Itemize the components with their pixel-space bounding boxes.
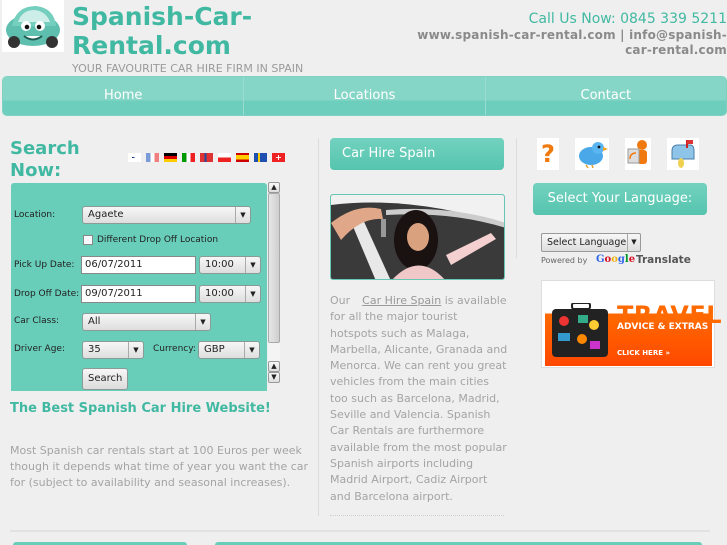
chevron-down-icon: ▼ — [245, 257, 260, 273]
car-hire-photo — [330, 194, 505, 280]
dropoff-time-value: 10:00 — [205, 288, 234, 299]
translate-label[interactable]: Translate — [636, 254, 691, 266]
form-scrollbar[interactable]: ▲ ▲ ▼ — [268, 182, 280, 391]
currency-label: Currency: — [153, 344, 196, 354]
woman-in-car-image — [331, 195, 504, 279]
mailbox-icon[interactable] — [667, 138, 699, 170]
text-body: is available for all the major tourist h… — [330, 294, 508, 503]
flag-sweden-icon[interactable] — [254, 153, 267, 162]
column-divider — [516, 138, 517, 258]
driver-age-select[interactable]: 35 ▼ — [82, 341, 144, 359]
chevron-down-icon: ▼ — [245, 286, 260, 302]
site-title[interactable]: Spanish-Car-Rental.com — [72, 2, 312, 60]
travel-click-here[interactable]: CLICK HERE » — [617, 349, 670, 357]
flag-finland-icon[interactable] — [128, 153, 141, 162]
scroll-up-icon[interactable]: ▲ — [268, 361, 280, 372]
pickup-time-select[interactable]: 10:00 ▼ — [199, 256, 261, 274]
nav-locations[interactable]: Locations — [244, 77, 486, 115]
search-button[interactable]: Search — [82, 368, 129, 390]
pickup-time-value: 10:00 — [205, 259, 234, 270]
chevron-down-icon: ▼ — [128, 342, 143, 358]
dropoff-date-input[interactable]: 09/07/2011 — [81, 285, 196, 303]
pickup-date-input[interactable]: 06/07/2011 — [81, 256, 196, 274]
travel-subtitle: ADVICE & EXTRAS — [617, 322, 709, 332]
divider — [330, 515, 504, 516]
language-flags: + — [128, 153, 285, 162]
contact-line: www.spanish-car-rental.com | info@spanis… — [417, 28, 727, 57]
car-hire-spain-button[interactable]: Car Hire Spain — [330, 138, 504, 170]
scroll-up-icon[interactable]: ▲ — [268, 182, 280, 193]
flag-poland-icon[interactable] — [218, 153, 231, 162]
best-website-heading: The Best Spanish Car Hire Website! — [10, 401, 271, 416]
location-value: Agaete — [88, 209, 124, 220]
section-divider — [10, 530, 710, 532]
search-title: Search Now: — [10, 138, 80, 181]
dropoff-time-select[interactable]: 10:00 ▼ — [199, 285, 261, 303]
flag-switzerland-icon[interactable]: + — [272, 153, 285, 162]
powered-by-label: Powered by — [541, 256, 588, 265]
car-class-value: All — [88, 316, 101, 327]
call-us-phone: Call Us Now: 0845 339 5211 — [528, 11, 727, 27]
search-form: Location: Agaete ▼ Different Drop Off Lo… — [11, 183, 267, 391]
language-select[interactable]: Select Language ▼ — [541, 233, 641, 252]
flag-norway-icon[interactable] — [200, 153, 213, 162]
best-website-text: Most Spanish car rentals start at 100 Eu… — [10, 444, 309, 489]
flag-italy-icon[interactable] — [182, 153, 195, 162]
tagline: YOUR FAVOURITE CAR HIRE FIRM IN SPAIN — [72, 62, 304, 75]
cartoon-car-icon — [6, 6, 60, 48]
different-dropoff-checkbox[interactable] — [83, 235, 93, 245]
scroll-down-icon[interactable]: ▼ — [268, 372, 280, 383]
car-class-select[interactable]: All ▼ — [82, 313, 211, 331]
twitter-bird-icon[interactable] — [575, 138, 609, 170]
car-class-label: Car Class: — [14, 316, 60, 326]
rss-reader-icon[interactable] — [625, 138, 651, 170]
scroll-track[interactable] — [268, 343, 280, 361]
flag-germany-icon[interactable] — [164, 153, 177, 162]
car-hire-description: Our Car Hire Spain is available for all t… — [330, 293, 508, 505]
nav-contact[interactable]: Contact — [486, 77, 726, 115]
driver-age-label: Driver Age: — [14, 344, 65, 354]
pickup-date-label: Pick Up Date: — [14, 260, 75, 270]
chevron-down-icon: ▼ — [244, 342, 259, 358]
site-logo[interactable] — [2, 0, 64, 52]
social-icons: ? — [537, 138, 699, 170]
help-question-icon[interactable]: ? — [537, 138, 559, 170]
chevron-down-icon: ▼ — [627, 234, 640, 251]
text-prefix: Our — [330, 294, 351, 307]
car-hire-spain-link[interactable]: Car Hire Spain — [362, 294, 441, 307]
select-language-button[interactable]: Select Your Language: — [533, 183, 707, 215]
column-divider — [318, 138, 319, 516]
chevron-down-icon: ▼ — [235, 207, 250, 223]
location-label: Location: — [14, 210, 56, 220]
flag-spain-icon[interactable] — [236, 153, 249, 162]
language-select-value: Select Language — [547, 237, 627, 248]
scroll-thumb[interactable] — [268, 193, 280, 343]
travel-advice-banner[interactable]: TRAVEL ADVICE & EXTRAS CLICK HERE » — [541, 280, 722, 368]
dropoff-date-label: Drop Off Date: — [14, 289, 80, 299]
main-nav: Home Locations Contact — [2, 76, 727, 116]
location-select[interactable]: Agaete ▼ — [82, 206, 251, 224]
currency-value: GBP — [204, 344, 225, 355]
nav-home[interactable]: Home — [3, 77, 245, 115]
suitcase-icon — [552, 303, 608, 357]
currency-select[interactable]: GBP ▼ — [198, 341, 260, 359]
google-logo[interactable]: Google — [596, 254, 635, 265]
chevron-down-icon: ▼ — [195, 314, 210, 330]
flag-france-icon[interactable] — [146, 153, 159, 162]
driver-age-value: 35 — [88, 344, 101, 355]
different-dropoff-label[interactable]: Different Drop Off Location — [97, 235, 218, 245]
